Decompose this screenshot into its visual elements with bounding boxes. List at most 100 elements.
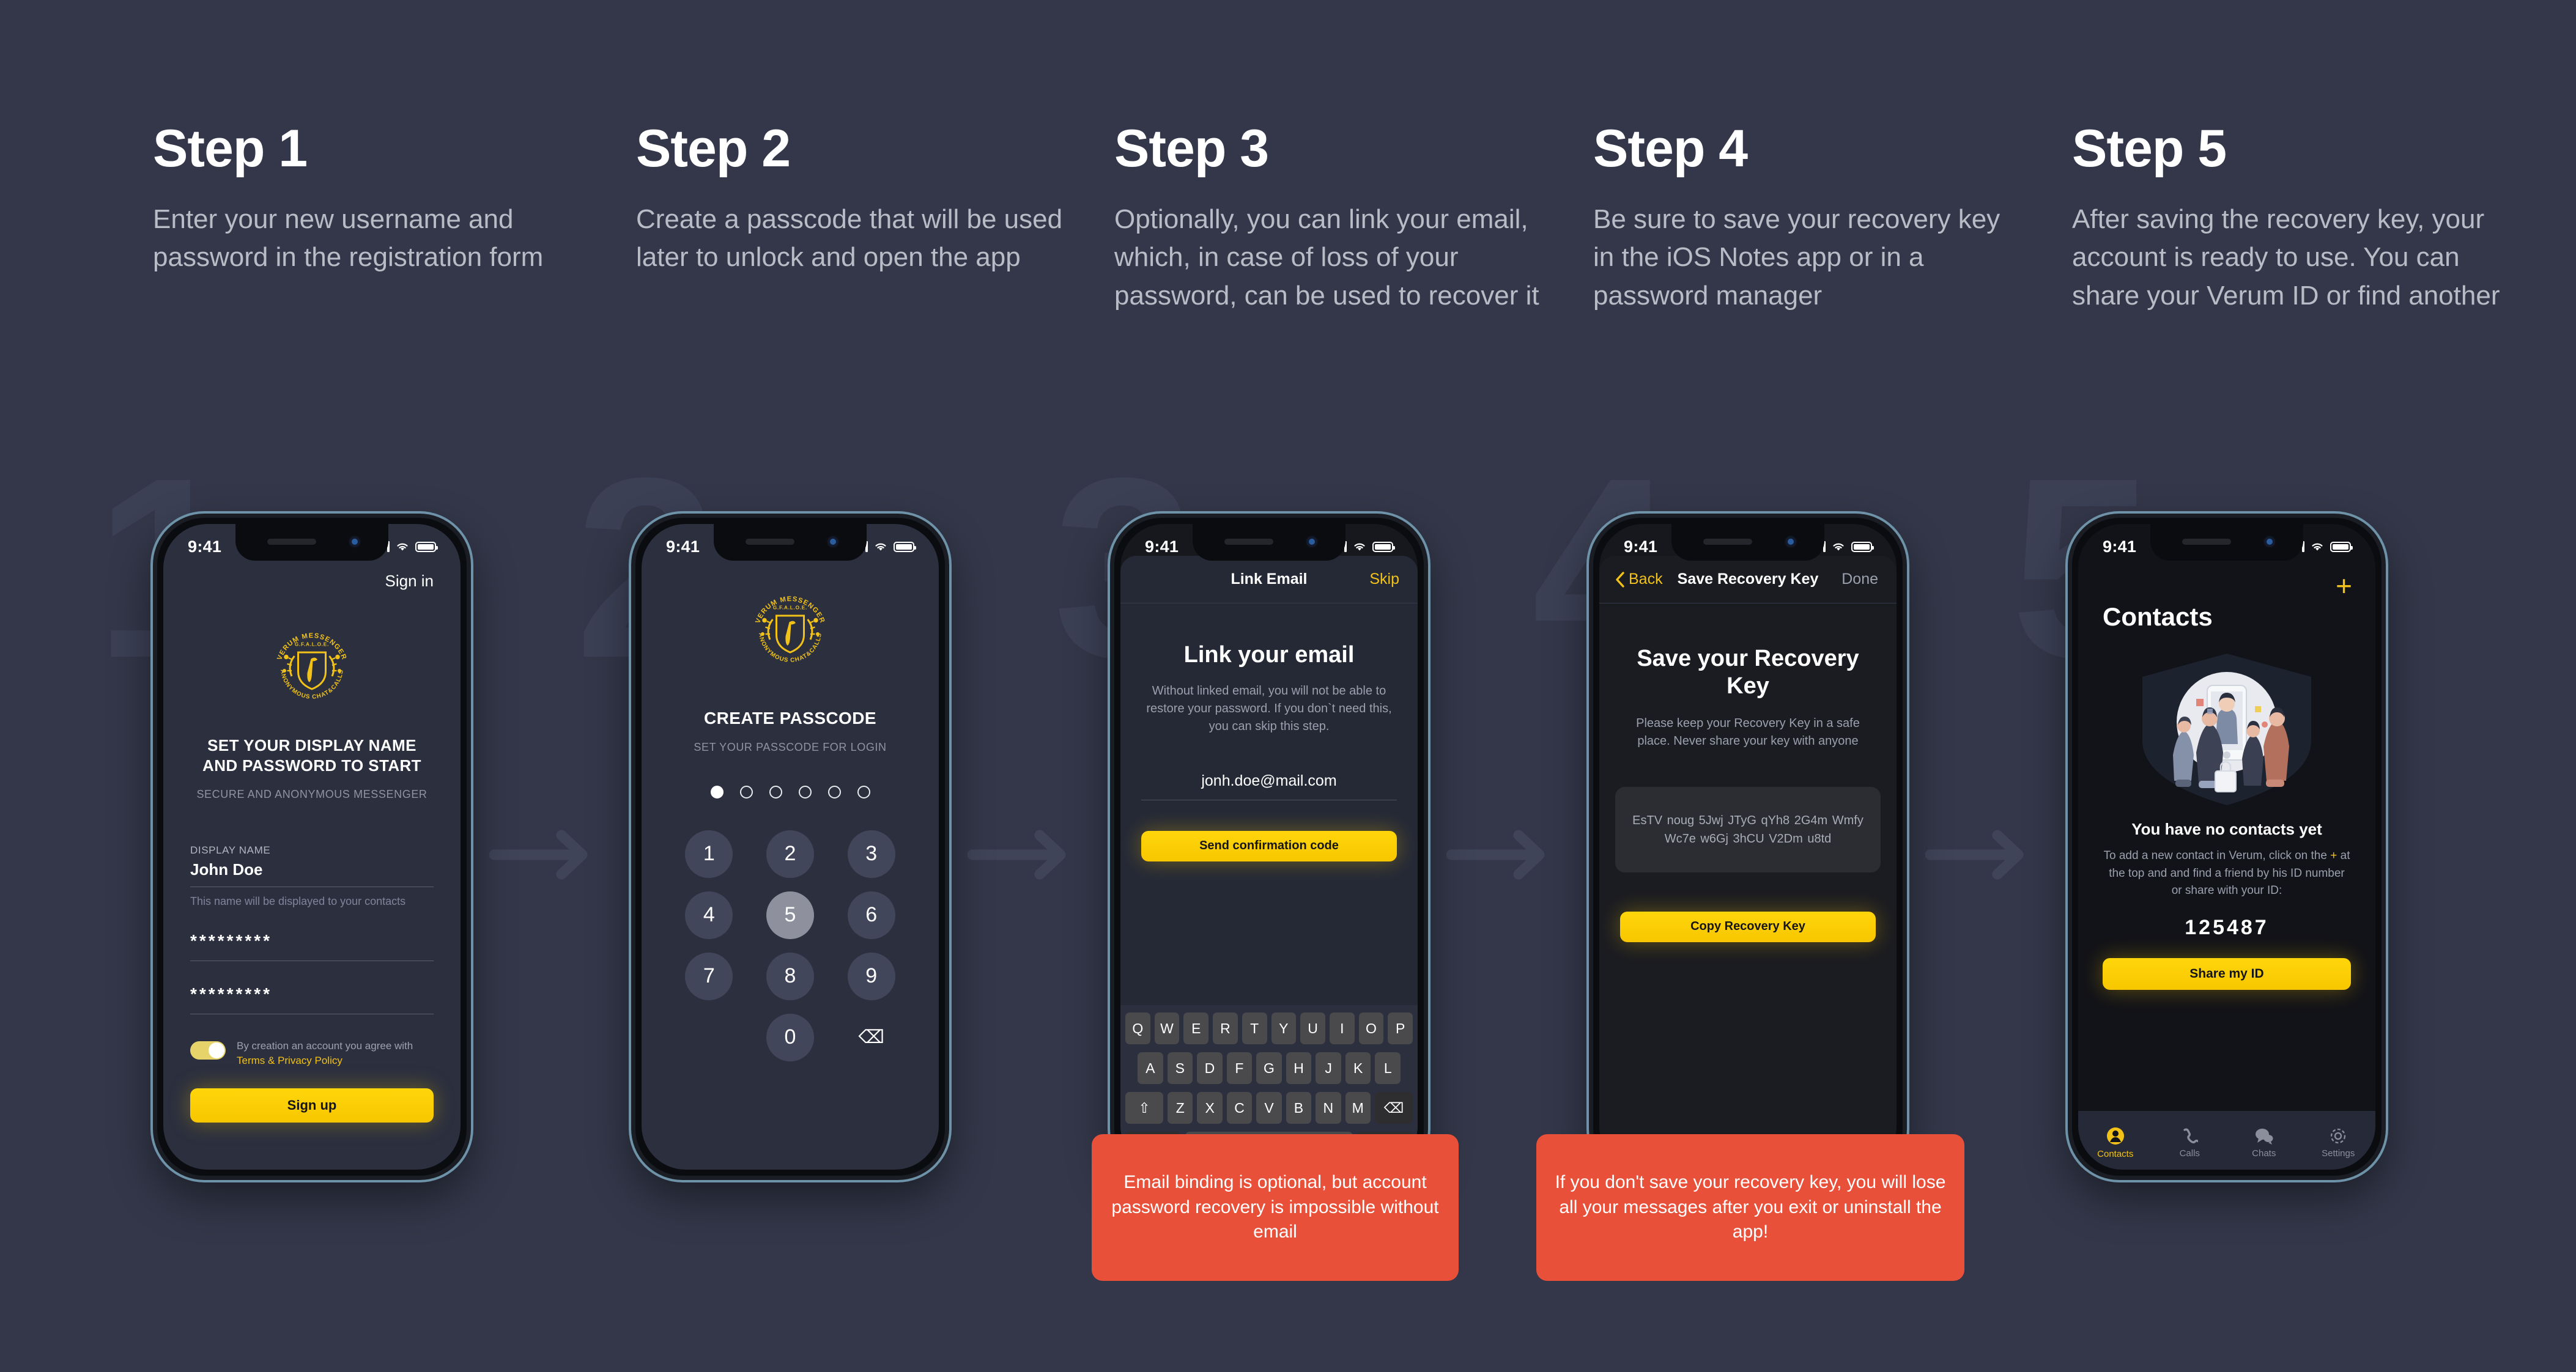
copy-recovery-key-button[interactable]: Copy Recovery Key	[1620, 911, 1876, 942]
crest-mid-text: G.F.A.L.O.E.	[295, 642, 329, 647]
arrow-right-icon-3	[1446, 830, 1545, 880]
key-z[interactable]: Z	[1168, 1092, 1193, 1124]
shift-icon[interactable]: ⇧	[1125, 1092, 1164, 1124]
key-d[interactable]: D	[1197, 1052, 1223, 1084]
wifi-icon	[1833, 543, 1844, 551]
bottom-tab-bar: Contacts Calls Chats Settings	[2078, 1111, 2375, 1170]
key-c[interactable]: C	[1226, 1092, 1253, 1124]
crest-mid-text: G.F.A.L.O.E.	[773, 605, 807, 611]
key-u[interactable]: U	[1300, 1012, 1325, 1044]
front-camera-icon	[1305, 535, 1319, 548]
key-x[interactable]: X	[1197, 1092, 1223, 1124]
back-button[interactable]: Back	[1615, 570, 1663, 588]
key-l[interactable]: L	[1375, 1052, 1401, 1084]
sign-in-link[interactable]: Sign in	[385, 572, 434, 591]
screen-create-passcode: 9:41 VERUM MESSENGER G.F.A.L.O.E. ANONYM…	[642, 524, 939, 1170]
keyboard-row-2: A S D F G H J K L	[1125, 1052, 1413, 1084]
key-q[interactable]: Q	[1125, 1012, 1150, 1044]
backspace-icon[interactable]: ⌫	[1374, 1092, 1413, 1124]
keypad-key-0[interactable]: 0	[766, 1013, 814, 1061]
key-w[interactable]: W	[1154, 1012, 1180, 1044]
done-button[interactable]: Done	[1841, 570, 1878, 588]
key-o[interactable]: O	[1358, 1012, 1384, 1044]
recovery-key-value: EsTV noug 5Jwj JTyG qYh8 2G4m Wmfy Wc7e …	[1632, 813, 1864, 846]
callout-email-binding: Email binding is optional, but account p…	[1092, 1134, 1459, 1281]
status-time: 9:41	[1145, 537, 1179, 556]
key-r[interactable]: R	[1213, 1012, 1238, 1044]
keypad-key-5[interactable]: 5	[766, 891, 814, 939]
keypad-key-8[interactable]: 8	[766, 952, 814, 1000]
key-t[interactable]: T	[1242, 1012, 1267, 1044]
verum-id-value: 125487	[2185, 915, 2269, 939]
key-f[interactable]: F	[1226, 1052, 1253, 1084]
display-name-label: DISPLAY NAME	[190, 844, 271, 856]
key-k[interactable]: K	[1345, 1052, 1371, 1084]
front-camera-icon	[826, 535, 840, 548]
password-input[interactable]: *********	[190, 931, 434, 951]
password-confirm-input[interactable]: *********	[190, 984, 434, 1004]
registration-title: SET YOUR DISPLAY NAME AND PASSWORD TO ST…	[202, 736, 421, 775]
sign-up-button[interactable]: Sign up	[190, 1088, 434, 1123]
key-j[interactable]: J	[1316, 1052, 1341, 1084]
passcode-dots	[668, 785, 912, 798]
front-camera-icon	[1784, 535, 1797, 548]
speaker-grille-icon	[267, 539, 316, 545]
terms-toggle[interactable]	[190, 1041, 226, 1060]
add-contact-icon[interactable]: +	[2336, 572, 2352, 600]
battery-icon	[1372, 541, 1395, 552]
email-input[interactable]: jonh.doe@mail.com	[1120, 772, 1418, 790]
tab-chats[interactable]: Chats	[2227, 1127, 2301, 1159]
skip-button[interactable]: Skip	[1369, 570, 1399, 588]
link-email-sheet: Link Email Skip Link your email Without …	[1120, 556, 1418, 1170]
keypad-key-6[interactable]: 6	[847, 891, 895, 939]
key-i[interactable]: I	[1329, 1012, 1355, 1044]
wifi-icon	[1354, 543, 1365, 551]
keypad-key-3[interactable]: 3	[847, 830, 895, 878]
key-m[interactable]: M	[1345, 1092, 1371, 1124]
gear-icon	[2331, 1128, 2346, 1143]
backspace-icon[interactable]: ⌫	[848, 1014, 895, 1061]
step-description: Optionally, you can link your email, whi…	[1114, 204, 1539, 311]
modal-title: Link Email	[1231, 570, 1308, 588]
key-e[interactable]: E	[1183, 1012, 1209, 1044]
tab-settings[interactable]: Settings	[2301, 1127, 2376, 1159]
key-s[interactable]: S	[1167, 1052, 1193, 1084]
modal-navbar: Link Email Skip	[1120, 556, 1418, 603]
step-description: After saving the recovery key, your acco…	[2072, 204, 2500, 311]
phone-mockup-step-1: 9:41 Sign in VERUM MESSENGER G.F.A.L.O.E…	[153, 514, 471, 1180]
key-h[interactable]: H	[1286, 1052, 1312, 1084]
key-y[interactable]: Y	[1271, 1012, 1297, 1044]
phone-notch	[714, 524, 867, 561]
recovery-key-box[interactable]: EsTV noug 5Jwj JTyG qYh8 2G4m Wmfy Wc7e …	[1615, 786, 1881, 872]
poster-canvas: Step 1 Enter your new username and passw…	[0, 0, 2576, 1372]
keypad-spacer	[685, 1014, 733, 1061]
passcode-dot	[710, 785, 724, 798]
wifi-icon	[2312, 543, 2323, 551]
key-p[interactable]: P	[1388, 1012, 1413, 1044]
phone-notch	[2150, 524, 2303, 561]
speaker-grille-icon	[1224, 539, 1273, 545]
keypad-key-4[interactable]: 4	[685, 891, 733, 939]
keypad-key-9[interactable]: 9	[847, 952, 895, 1000]
key-b[interactable]: B	[1286, 1092, 1312, 1124]
display-name-input[interactable]: John Doe	[190, 860, 434, 879]
callout-recovery-key: If you don't save your recovery key, you…	[1536, 1134, 1964, 1281]
key-n[interactable]: N	[1316, 1092, 1341, 1124]
keypad-key-1[interactable]: 1	[685, 830, 733, 878]
step-description: Enter your new username and password in …	[153, 204, 544, 273]
key-v[interactable]: V	[1256, 1092, 1282, 1124]
contacts-person-icon	[2106, 1127, 2124, 1145]
send-confirmation-code-button[interactable]: Send confirmation code	[1141, 830, 1397, 861]
modal-title: Save Recovery Key	[1677, 570, 1819, 588]
tab-contacts[interactable]: Contacts	[2078, 1127, 2153, 1159]
key-a[interactable]: A	[1137, 1052, 1163, 1084]
step-title: Step 1	[153, 119, 308, 178]
key-g[interactable]: G	[1256, 1052, 1282, 1084]
terms-privacy-link[interactable]: Terms & Privacy Policy	[237, 1053, 413, 1068]
phone-notch	[1193, 524, 1345, 561]
step-column-5: Step 5 After saving the recovery key, yo…	[2072, 122, 2537, 315]
share-my-id-button[interactable]: Share my ID	[2103, 957, 2351, 990]
keypad-key-2[interactable]: 2	[766, 830, 814, 878]
keypad-key-7[interactable]: 7	[685, 952, 733, 1000]
tab-calls[interactable]: Calls	[2153, 1127, 2227, 1159]
